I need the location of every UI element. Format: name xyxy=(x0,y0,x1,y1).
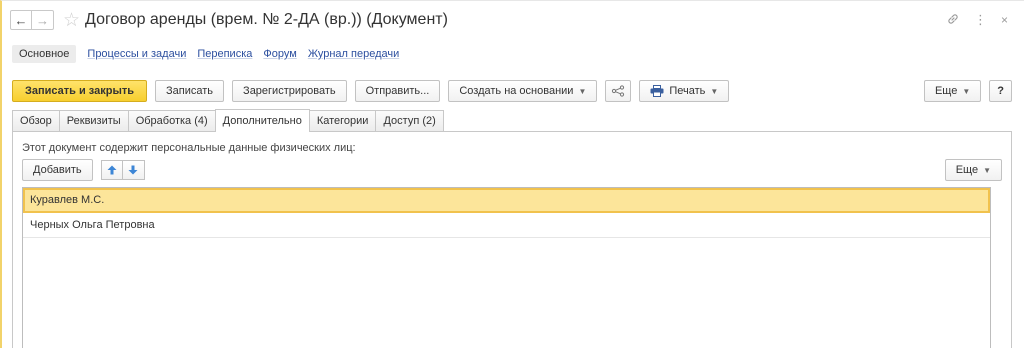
create-based-on-label: Создать на основании xyxy=(459,85,574,97)
person-name: Куравлев М.С. xyxy=(30,194,105,206)
forward-button[interactable]: → xyxy=(32,10,54,30)
star-icon[interactable]: ☆ xyxy=(63,11,80,30)
form-navigation-panel: Основное Процессы и задачи Переписка Фор… xyxy=(12,44,399,64)
share-icon xyxy=(612,85,625,97)
more-button[interactable]: Еще ▼ xyxy=(923,80,982,102)
list-item[interactable]: Куравлев М.С. xyxy=(23,188,990,213)
chevron-down-icon: ▼ xyxy=(710,86,719,96)
tab-access[interactable]: Доступ (2) xyxy=(375,110,444,131)
close-icon[interactable]: × xyxy=(1001,13,1008,27)
person-name: Черных Ольга Петровна xyxy=(30,219,155,231)
arrow-up-icon xyxy=(107,165,117,175)
add-button[interactable]: Добавить xyxy=(22,159,93,181)
move-buttons xyxy=(100,160,145,180)
list-command-bar: Добавить Еще ▼ xyxy=(22,159,1002,181)
nav-link-transfer-log[interactable]: Журнал передачи xyxy=(308,48,399,60)
link-icon[interactable] xyxy=(946,12,960,29)
chevron-down-icon: ▼ xyxy=(962,86,971,96)
vertical-dots-icon[interactable]: ⋮ xyxy=(974,12,987,28)
list-more-button[interactable]: Еще ▼ xyxy=(944,159,1002,181)
command-bar: Записать и закрыть Записать Зарегистриро… xyxy=(12,79,1012,103)
print-label: Печать xyxy=(669,85,706,97)
create-based-on-button[interactable]: Создать на основании ▼ xyxy=(448,80,598,102)
title-tools: ⋮ × xyxy=(946,12,1014,29)
list-more-label: Еще xyxy=(955,164,979,176)
nav-item-main[interactable]: Основное xyxy=(12,45,77,63)
chevron-down-icon: ▼ xyxy=(983,165,991,175)
save-and-close-button[interactable]: Записать и закрыть xyxy=(12,80,148,102)
print-button[interactable]: Печать ▼ xyxy=(639,80,730,102)
window-title: Договор аренды (врем. № 2-ДА (вр.)) (Док… xyxy=(85,11,448,28)
more-label: Еще xyxy=(934,85,958,97)
nav-link-processes[interactable]: Процессы и задачи xyxy=(87,48,186,60)
share-button[interactable] xyxy=(605,80,632,102)
title-bar: ← → ☆ Договор аренды (врем. № 2-ДА (вр.)… xyxy=(10,8,1014,32)
move-down-button[interactable] xyxy=(122,160,145,180)
persons-list[interactable]: Куравлев М.С. Черных Ольга Петровна xyxy=(22,187,991,348)
arrow-down-icon xyxy=(128,165,138,175)
tab-requisites[interactable]: Реквизиты xyxy=(58,110,129,131)
back-button[interactable]: ← xyxy=(10,10,32,30)
tab-overview[interactable]: Обзор xyxy=(12,110,60,131)
register-button[interactable]: Зарегистрировать xyxy=(232,80,347,102)
tab-processing[interactable]: Обработка (4) xyxy=(127,110,216,131)
arrow-right-icon: → xyxy=(36,12,49,28)
printer-icon xyxy=(650,85,664,97)
arrow-left-icon: ← xyxy=(14,12,28,28)
send-button[interactable]: Отправить... xyxy=(354,80,441,102)
nav-link-forum[interactable]: Форум xyxy=(263,48,296,60)
move-up-button[interactable] xyxy=(100,160,123,180)
help-button[interactable]: ? xyxy=(989,80,1012,102)
nav-link-correspondence[interactable]: Переписка xyxy=(197,48,252,60)
save-button[interactable]: Записать xyxy=(155,80,225,102)
list-item[interactable]: Черных Ольга Петровна xyxy=(23,213,990,238)
tab-additional[interactable]: Дополнительно xyxy=(214,109,310,132)
tab-categories[interactable]: Категории xyxy=(308,110,377,131)
tab-strip: Обзор Реквизиты Обработка (4) Дополнител… xyxy=(12,109,1012,132)
personal-data-note: Этот документ содержит персональные данн… xyxy=(22,142,356,154)
chevron-down-icon: ▼ xyxy=(578,86,587,96)
